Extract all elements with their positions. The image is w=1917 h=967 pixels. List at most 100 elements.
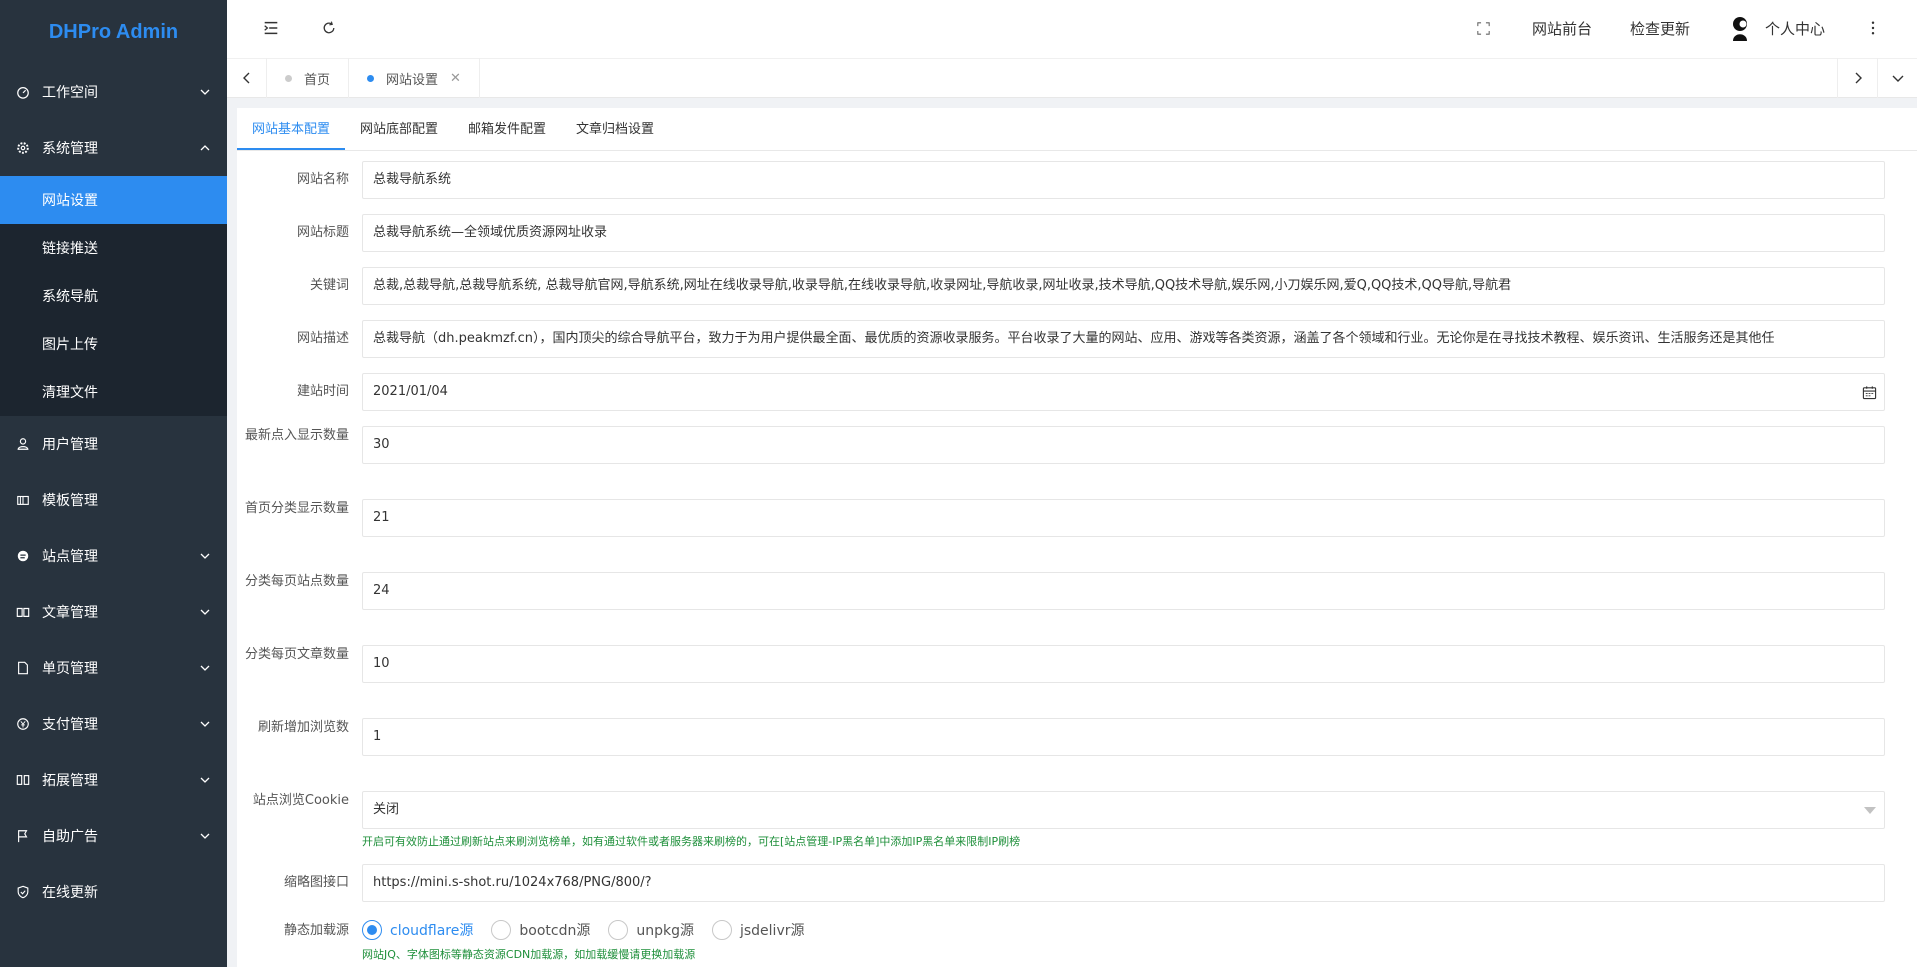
sidebar-item-label: 工作空间 xyxy=(42,85,98,101)
radio-circle xyxy=(362,920,382,940)
sidebar-item-label: 自助广告 xyxy=(42,829,98,845)
sidebar-item-templates[interactable]: 模板管理 xyxy=(0,472,227,528)
tab-home[interactable]: 首页 xyxy=(267,58,350,98)
flag-icon xyxy=(16,829,30,843)
tabs-scroll-left-icon[interactable] xyxy=(227,58,267,98)
globe-icon xyxy=(16,549,30,563)
sidebar-item-ads[interactable]: 自助广告 xyxy=(0,808,227,864)
pay-icon xyxy=(16,717,30,731)
sidebar-item-label: 模板管理 xyxy=(42,493,98,509)
tab-label: 网站设置 xyxy=(386,72,439,88)
sidebar-item-payments[interactable]: 支付管理 xyxy=(0,696,227,752)
radio-label: unpkg源 xyxy=(636,923,694,939)
field-label: 网站描述 xyxy=(296,331,349,346)
site-cookie-select[interactable]: 关闭 xyxy=(362,791,1885,829)
sidebar-item-label: 文章管理 xyxy=(42,605,98,621)
cat-article-count-input[interactable]: 10 xyxy=(362,645,1885,683)
build-date-input[interactable]: 2021/01/04 xyxy=(362,373,1885,411)
sidebar-subitem-system-nav[interactable]: 系统导航 xyxy=(0,272,227,320)
site-cookie-hint: 开启可有效防止通过刷新站点来刷浏览榜单，如有通过软件或者服务器来刷榜的，可在[站… xyxy=(362,835,1021,848)
thumb-api-input[interactable]: https://mini.s-shot.ru/1024x768/PNG/800/… xyxy=(362,864,1885,902)
sidebar-subitem-image-upload[interactable]: 图片上传 xyxy=(0,320,227,368)
sidebar-item-online-update[interactable]: 在线更新 xyxy=(0,864,227,920)
radio-circle xyxy=(608,920,629,940)
field-label: 静态加载源 xyxy=(283,923,349,938)
field-label: 关键词 xyxy=(309,278,349,293)
sidebar-item-label: 拓展管理 xyxy=(42,773,98,789)
latest-count-input[interactable]: 30 xyxy=(362,426,1885,464)
sidebar-item-sites[interactable]: 站点管理 xyxy=(0,528,227,584)
sidebar-item-label: 系统管理 xyxy=(42,141,98,157)
radio-bootcdn[interactable]: bootcdn源 xyxy=(491,920,590,940)
extension-icon xyxy=(16,773,30,787)
check-update-link[interactable]: 检查更新 xyxy=(1630,18,1690,39)
sidebar-item-articles[interactable]: 文章管理 xyxy=(0,584,227,640)
field-label: 网站标题 xyxy=(296,225,349,240)
top-header: 网站前台 检查更新 个人中心 xyxy=(227,0,1917,56)
field-label: 刷新增加浏览数 xyxy=(257,720,349,735)
chevron-down-icon xyxy=(199,830,211,842)
settings-card: 网站基本配置 网站底部配置 邮箱发件配置 文章归档设置 网站名称 总裁导航系统 … xyxy=(237,108,1917,967)
chevron-up-icon xyxy=(199,142,211,154)
shield-check-icon xyxy=(16,885,30,899)
tab-site-settings[interactable]: 网站设置 ✕ xyxy=(349,58,480,98)
field-label: 最新点入显示数量 xyxy=(244,428,349,443)
build-date-value: 2021/01/04 xyxy=(373,384,448,399)
sidebar-item-workspace[interactable]: 工作空间 xyxy=(0,64,227,120)
chevron-down-icon xyxy=(199,718,211,730)
description-input[interactable]: 总裁导航（dh.peakmzf.cn），国内顶尖的综合导航平台，致力于为用户提供… xyxy=(362,320,1885,358)
radio-unpkg[interactable]: unpkg源 xyxy=(608,920,694,940)
tabs-dropdown-icon[interactable] xyxy=(1877,58,1917,98)
radio-label: bootcdn源 xyxy=(519,923,591,939)
home-cat-count-input[interactable]: 21 xyxy=(362,499,1885,537)
chevron-down-icon xyxy=(199,774,211,786)
tab-dot xyxy=(285,74,292,82)
static-source-radio-group: cloudflare源 bootcdn源 unpkg源 jsdelivr源 xyxy=(362,920,823,940)
subtab-archive[interactable]: 文章归档设置 xyxy=(561,107,669,150)
template-icon xyxy=(16,493,30,507)
refresh-icon[interactable] xyxy=(319,18,339,38)
page-tabs-bar: 首页 网站设置 ✕ xyxy=(227,58,1917,98)
app-logo[interactable]: DHPro Admin xyxy=(0,0,227,64)
calendar-icon[interactable] xyxy=(1862,385,1878,401)
subtab-mail[interactable]: 邮箱发件配置 xyxy=(453,107,561,150)
field-label: 站点浏览Cookie xyxy=(252,793,349,808)
avatar[interactable] xyxy=(1728,15,1752,41)
sidebar-subitem-link-push[interactable]: 链接推送 xyxy=(0,224,227,272)
caret-down-icon xyxy=(1864,807,1876,815)
field-label: 分类每页站点数量 xyxy=(244,574,349,589)
site-cookie-value: 关闭 xyxy=(373,802,400,817)
sidebar-item-extensions[interactable]: 拓展管理 xyxy=(0,752,227,808)
sidebar-subitem-clean-files[interactable]: 清理文件 xyxy=(0,368,227,416)
subtab-basic[interactable]: 网站基本配置 xyxy=(237,107,346,150)
sidebar-item-users[interactable]: 用户管理 xyxy=(0,416,227,472)
chevron-down-icon xyxy=(199,606,211,618)
frontend-link[interactable]: 网站前台 xyxy=(1532,18,1592,39)
file-icon xyxy=(16,661,30,675)
close-icon[interactable]: ✕ xyxy=(450,71,461,86)
sidebar-item-label: 用户管理 xyxy=(42,437,98,453)
more-vertical-icon[interactable] xyxy=(1863,18,1883,38)
cat-site-count-input[interactable]: 24 xyxy=(362,572,1885,610)
radio-label: cloudflare源 xyxy=(390,923,474,939)
sidebar: DHPro Admin 工作空间 系统管理 网站设置 链接推送 系统导航 图片上… xyxy=(0,0,227,967)
subtab-footer[interactable]: 网站底部配置 xyxy=(345,107,453,150)
sidebar-item-pages[interactable]: 单页管理 xyxy=(0,640,227,696)
radio-jsdelivr[interactable]: jsdelivr源 xyxy=(711,920,805,940)
site-title-input[interactable]: 总裁导航系统—全领域优质资源网址收录 xyxy=(362,214,1885,252)
radio-cloudflare[interactable]: cloudflare源 xyxy=(362,920,473,940)
sidebar-subitem-site-settings[interactable]: 网站设置 xyxy=(0,176,227,224)
refresh-views-input[interactable]: 1 xyxy=(362,718,1885,756)
fullscreen-icon[interactable] xyxy=(1474,18,1494,38)
user-icon xyxy=(16,437,30,451)
user-center-link[interactable]: 个人中心 xyxy=(1765,18,1825,39)
chevron-down-icon xyxy=(199,550,211,562)
keywords-input[interactable]: 总裁,总裁导航,总裁导航系统, 总裁导航官网,导航系统,网址在线收录导航,收录导… xyxy=(362,267,1885,305)
sidebar-item-system[interactable]: 系统管理 xyxy=(0,120,227,176)
site-name-input[interactable]: 总裁导航系统 xyxy=(362,161,1885,199)
menu-fold-icon[interactable] xyxy=(261,18,281,38)
tabs-scroll-right-icon[interactable] xyxy=(1837,58,1877,98)
tab-dot xyxy=(367,74,375,82)
sidebar-item-label: 支付管理 xyxy=(42,717,98,733)
radio-circle xyxy=(711,920,732,940)
